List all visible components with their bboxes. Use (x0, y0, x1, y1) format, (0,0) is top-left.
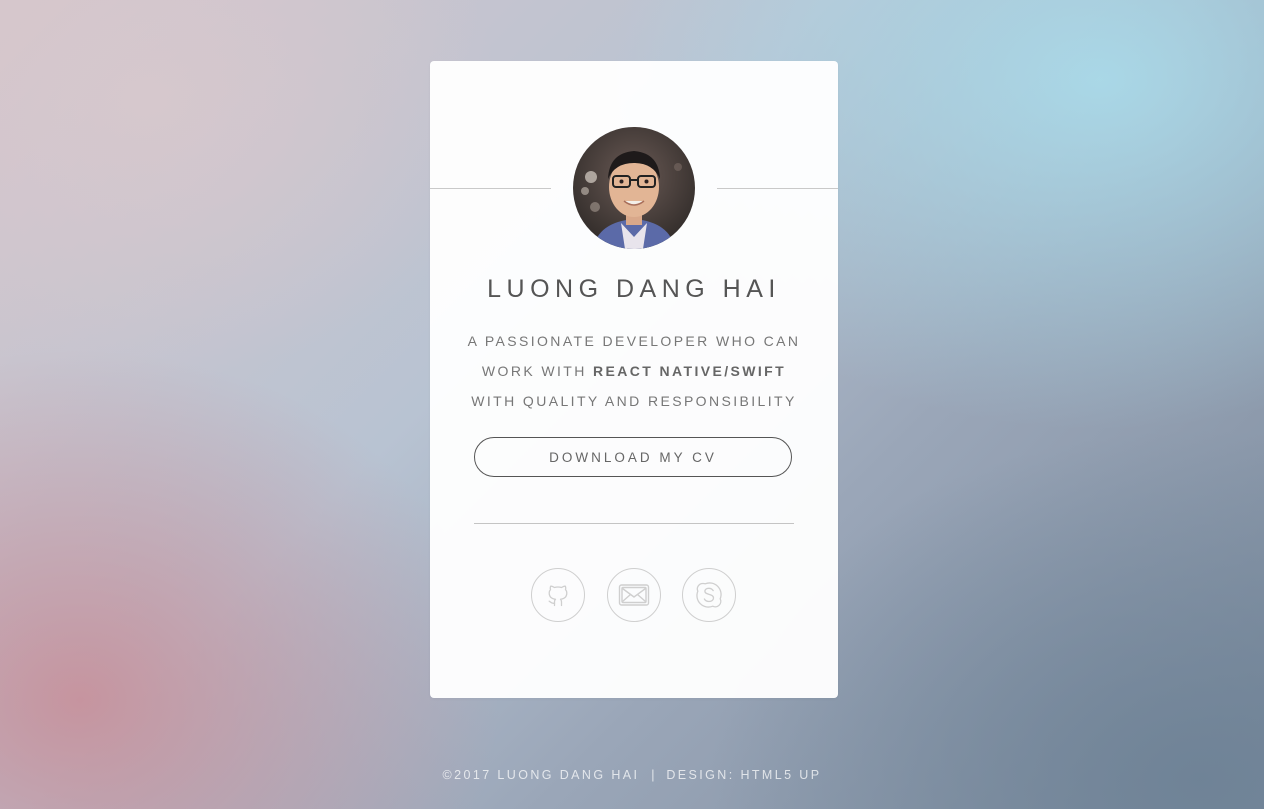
header-rule-left (430, 188, 551, 189)
divider (474, 523, 794, 524)
download-cv-button[interactable]: DOWNLOAD MY CV (474, 437, 792, 477)
footer-copyright: ©2017 LUONG DANG HAI (442, 768, 640, 782)
github-icon (544, 581, 572, 609)
footer-design-credit[interactable]: DESIGN: HTML5 UP (666, 768, 821, 782)
tagline-line-2-prefix: WORK WITH (481, 363, 594, 379)
profile-card: LUONG DANG HAI A PASSIONATE DEVELOPER WH… (430, 61, 838, 698)
tagline-highlight: REACT NATIVE/SWIFT (593, 363, 787, 379)
tagline-line-3: WITH QUALITY AND RESPONSIBILITY (471, 393, 797, 409)
tagline-line-2: WORK WITH REACT NATIVE/SWIFT (450, 356, 818, 386)
footer: ©2017 LUONG DANG HAI | DESIGN: HTML5 UP (0, 768, 1264, 782)
profile-name: LUONG DANG HAI (487, 275, 781, 303)
footer-separator: | (651, 768, 655, 782)
tagline: A PASSIONATE DEVELOPER WHO CAN WORK WITH… (450, 326, 818, 416)
skype-link[interactable] (682, 568, 736, 622)
mail-icon (618, 581, 650, 609)
email-link[interactable] (607, 568, 661, 622)
avatar (573, 127, 695, 249)
skype-icon (694, 580, 724, 610)
header-rule-right (717, 188, 838, 189)
github-link[interactable] (531, 568, 585, 622)
tagline-line-1: A PASSIONATE DEVELOPER WHO CAN (467, 333, 801, 349)
